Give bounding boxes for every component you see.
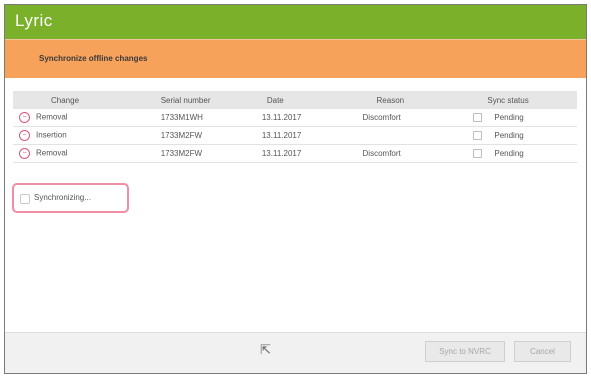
section-header: Synchronize offline changes: [5, 39, 586, 78]
app-title: Lyric: [15, 11, 53, 30]
title-bar: Lyric: [5, 5, 586, 39]
change-text: Removal: [36, 148, 68, 158]
minus-circle-icon: −: [19, 148, 30, 159]
table-row[interactable]: − Removal 1733M2FW 13.11.2017 Discomfort …: [13, 144, 577, 163]
serial-number-cell: 1733M1WH: [152, 109, 253, 127]
column-header-date[interactable]: Date: [253, 91, 353, 109]
serial-number-cell: 1733M2FW: [152, 144, 253, 163]
app-window: Lyric Synchronize offline changes Change…: [4, 4, 587, 374]
spinner-icon: [20, 194, 30, 204]
reason-cell: Discomfort: [352, 144, 464, 163]
column-header-change[interactable]: Change: [13, 91, 153, 109]
column-header-serial-number[interactable]: Serial number: [153, 91, 253, 109]
change-cell: − Removal: [13, 109, 153, 127]
reason-cell: Discomfort: [352, 109, 464, 127]
section-title: Synchronize offline changes: [39, 54, 148, 63]
pending-icon: [473, 113, 483, 123]
date-cell: 13.11.2017: [252, 109, 353, 127]
minus-circle-icon: −: [19, 112, 30, 123]
date-cell: 13.11.2017: [252, 126, 353, 145]
change-cell: − Insertion: [13, 126, 153, 145]
change-cell: − Removal: [13, 144, 153, 163]
table-header-row: Change Serial number Date Reason Sync st…: [13, 91, 577, 109]
column-header-reason[interactable]: Reason: [353, 91, 464, 109]
sync-status-text: Pending: [494, 148, 524, 158]
sync-status-cell: Pending: [463, 109, 577, 127]
sync-status-cell: Pending: [463, 126, 577, 145]
reason-cell: [352, 126, 464, 145]
column-header-sync-status[interactable]: Sync status: [463, 91, 577, 109]
footer-bar: ⇱ Sync to NVRC Cancel: [5, 332, 586, 373]
cancel-button[interactable]: Cancel: [514, 341, 571, 362]
sync-progress-label: Synchronizing...: [34, 193, 91, 202]
table-row[interactable]: − Insertion 1733M2FW 13.11.2017 Pending: [13, 126, 577, 145]
sync-status-text: Pending: [494, 112, 524, 122]
changes-table: Change Serial number Date Reason Sync st…: [13, 91, 577, 163]
change-text: Insertion: [36, 130, 67, 140]
sync-progress-indicator: Synchronizing...: [12, 183, 129, 213]
sync-button[interactable]: Sync to NVRC: [425, 341, 505, 362]
pending-icon: [473, 131, 483, 141]
pending-icon: [473, 149, 483, 159]
change-text: Removal: [36, 112, 68, 122]
sync-status-text: Pending: [494, 130, 524, 140]
sync-status-cell: Pending: [463, 144, 577, 163]
serial-number-cell: 1733M2FW: [152, 126, 253, 145]
minus-circle-icon: −: [19, 130, 30, 141]
table-row[interactable]: − Removal 1733M1WH 13.11.2017 Discomfort …: [13, 109, 577, 127]
date-cell: 13.11.2017: [252, 144, 353, 163]
mouse-cursor-icon: ⇱: [260, 342, 271, 357]
